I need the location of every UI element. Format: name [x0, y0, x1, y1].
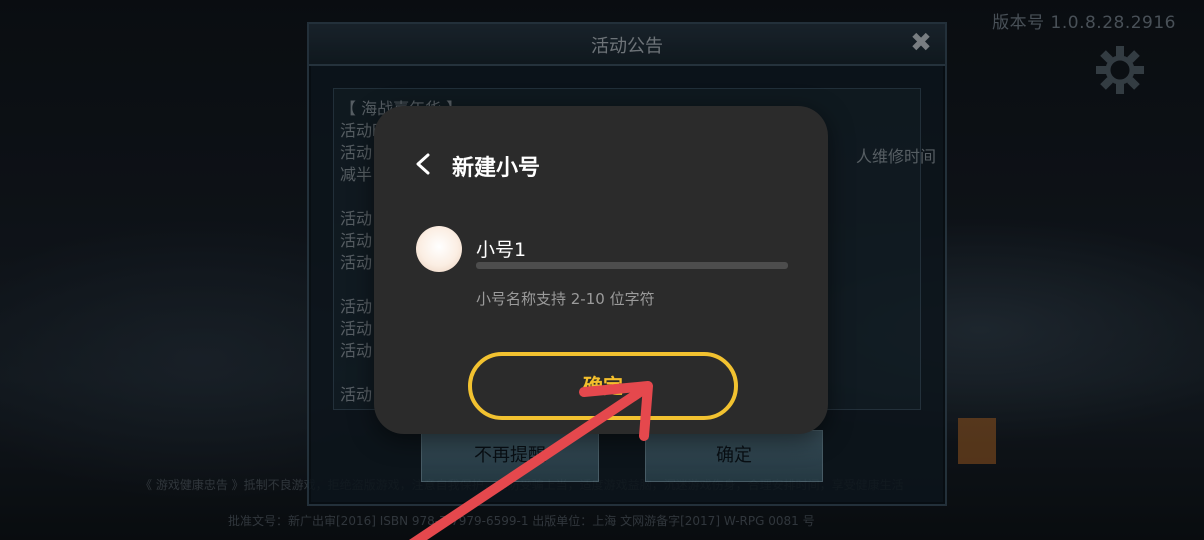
chevron-left-icon[interactable]: [412, 152, 436, 176]
dialog-title: 新建小号: [452, 156, 541, 181]
avatar[interactable]: [416, 226, 462, 272]
new-account-dialog: 新建小号 小号名称支持 2-10 位字符 确定: [374, 106, 828, 434]
confirm-button[interactable]: 确定: [468, 352, 738, 420]
input-underline: [476, 262, 788, 269]
name-hint: 小号名称支持 2-10 位字符: [476, 290, 655, 308]
